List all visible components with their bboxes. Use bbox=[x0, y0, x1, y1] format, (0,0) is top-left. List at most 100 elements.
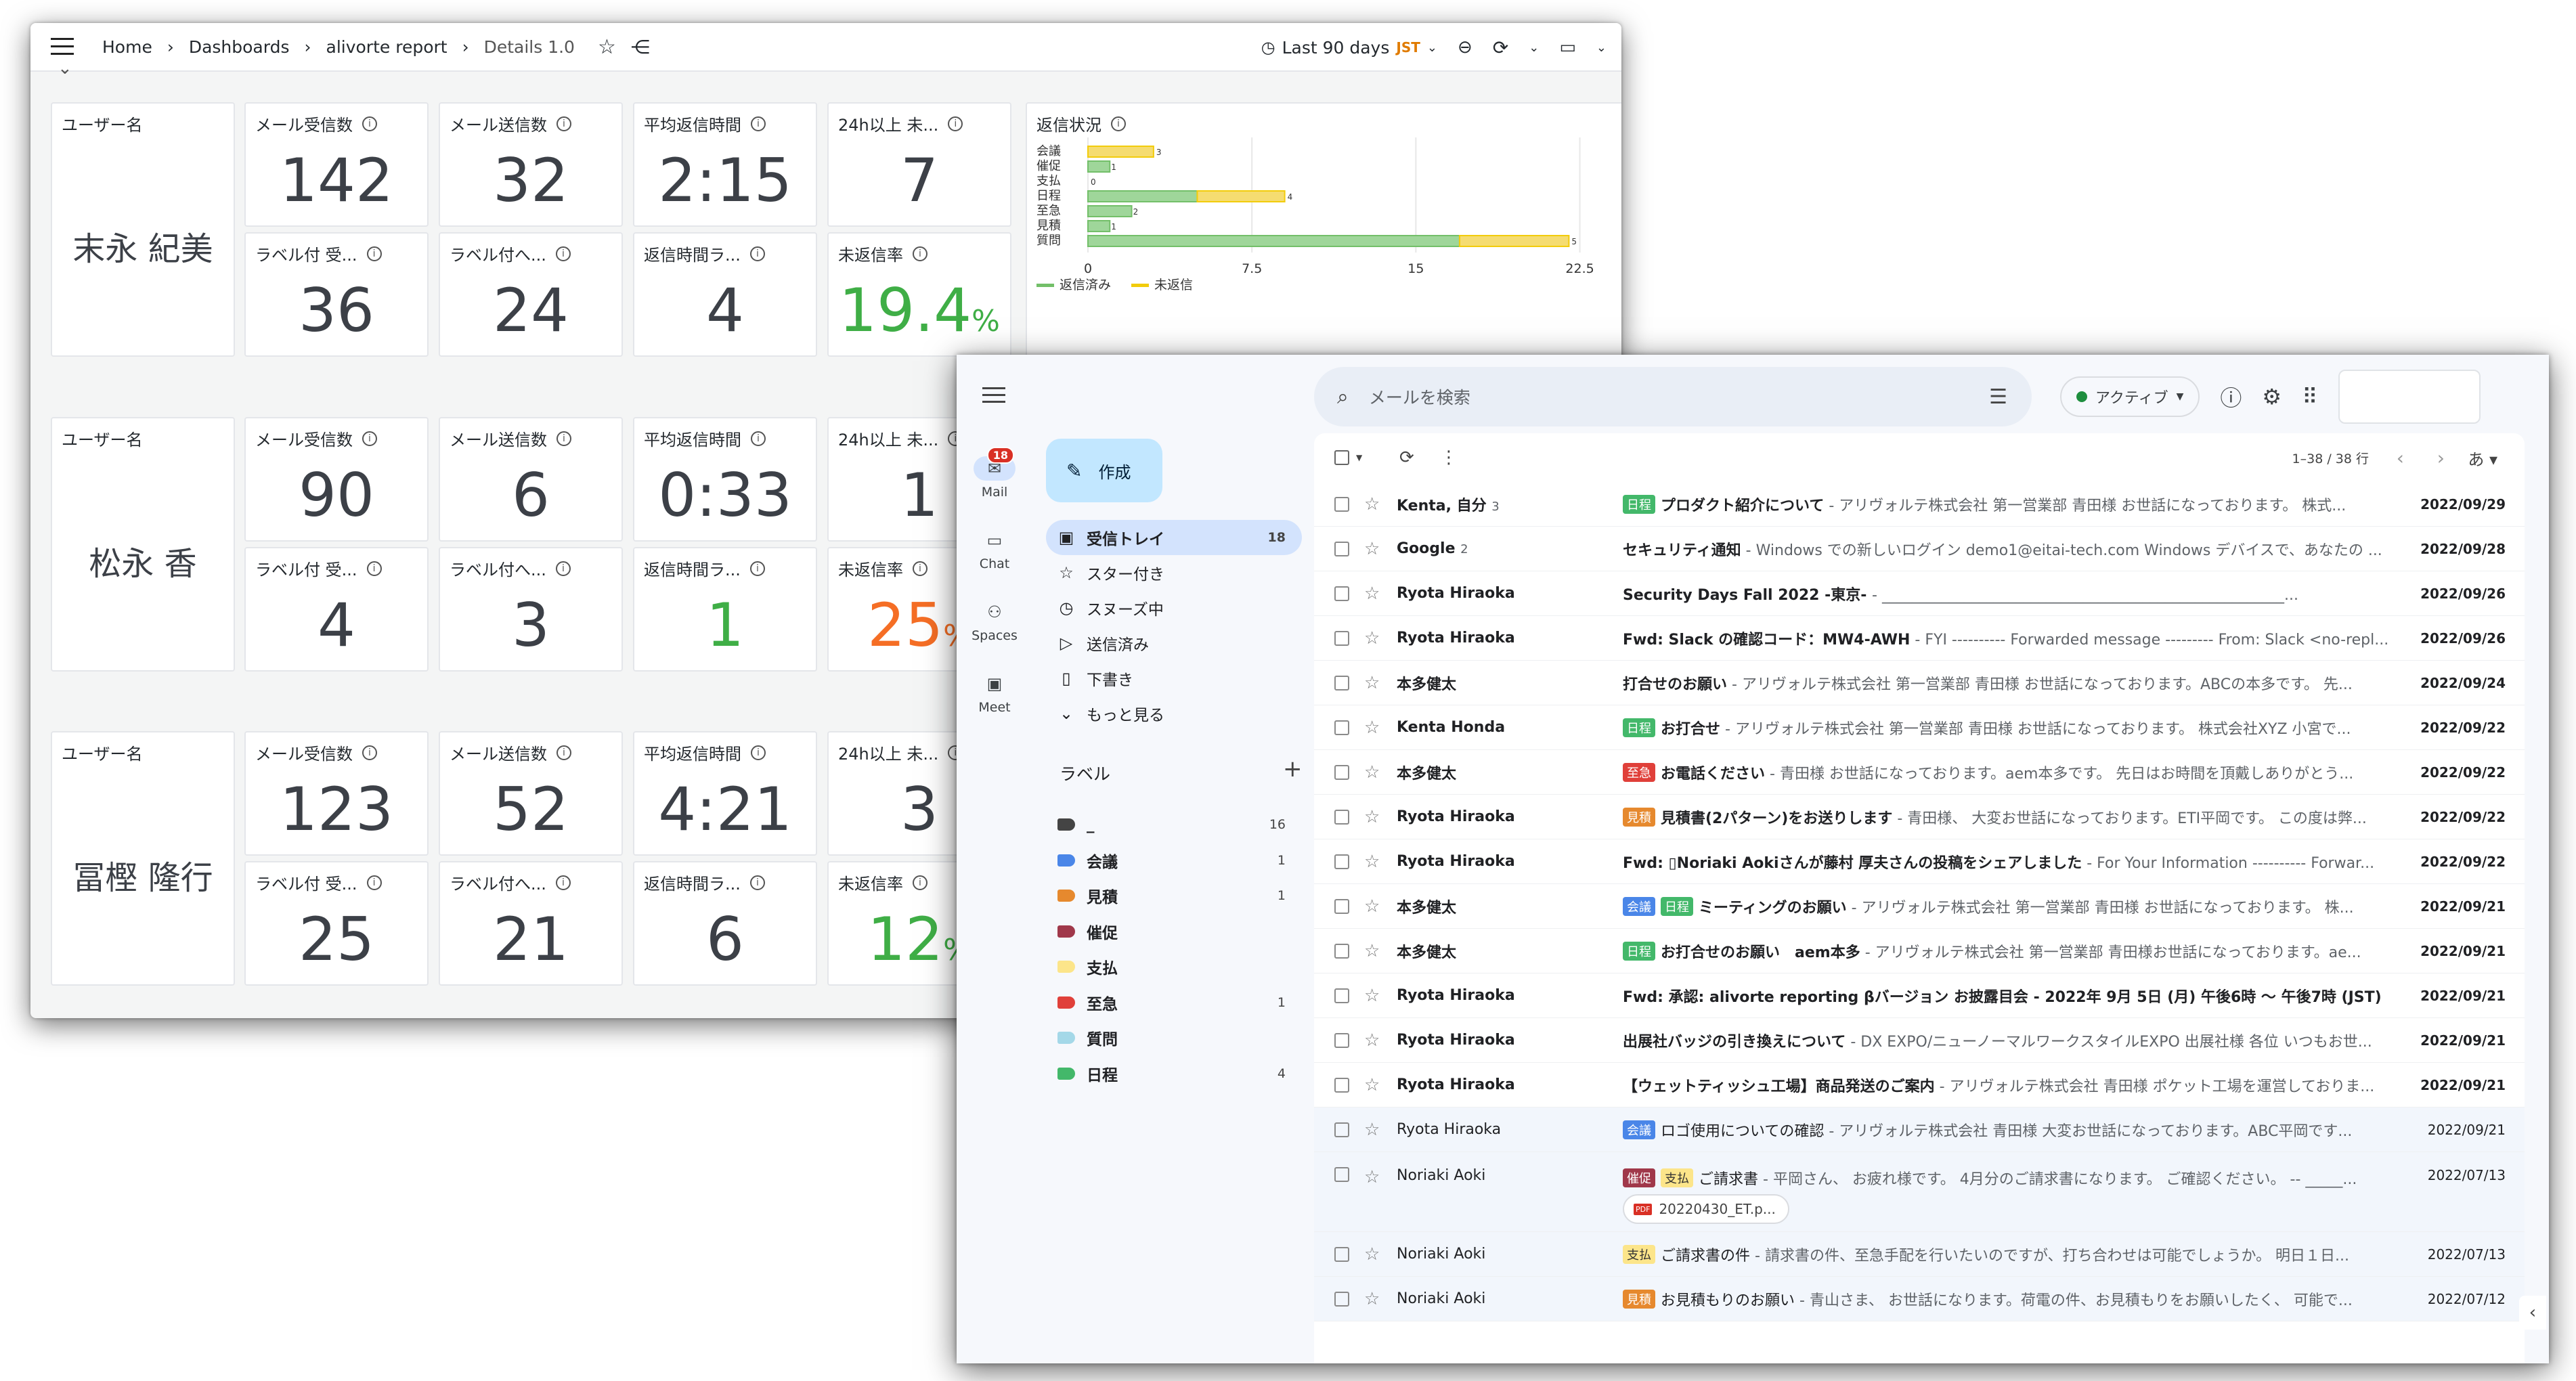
email-row[interactable]: ☆ 本多健太 日程 お打合せのお願い aem本多 - アリヴォルテ株式会社 第一営業… bbox=[1314, 929, 2525, 973]
email-checkbox[interactable] bbox=[1334, 586, 1349, 601]
email-label-chip[interactable]: 催促 bbox=[1623, 1168, 1655, 1187]
email-checkbox[interactable] bbox=[1334, 1077, 1349, 1093]
star-icon[interactable]: ☆ bbox=[1364, 762, 1380, 783]
email-row[interactable]: ☆ Kenta Honda 日程 お打合せ - アリヴォルテ株式会社 第一営業部 青… bbox=[1314, 705, 2525, 750]
email-label-chip[interactable]: 会議 bbox=[1623, 1120, 1655, 1139]
nav-drafts[interactable]: ▯ 下書き bbox=[1046, 661, 1302, 696]
email-checkbox[interactable] bbox=[1334, 854, 1349, 869]
info-icon[interactable]: i bbox=[366, 875, 382, 890]
star-icon[interactable]: ☆ bbox=[1364, 584, 1380, 604]
nav-snoozed[interactable]: ◷ スヌーズ中 bbox=[1046, 590, 1302, 626]
menu-icon[interactable] bbox=[982, 387, 1005, 403]
star-icon[interactable]: ☆ bbox=[1364, 1030, 1380, 1051]
label-item[interactable]: 支払 bbox=[1046, 949, 1302, 984]
nav-inbox[interactable]: ▣ 受信トレイ 18 bbox=[1046, 520, 1302, 555]
breadcrumb-dashboards[interactable]: Dashboards bbox=[189, 37, 290, 57]
email-row[interactable]: ☆ 本多健太 打合せのお願い - アリヴォルテ株式会社 第一営業部 青田様 お世話… bbox=[1314, 661, 2525, 705]
email-checkbox[interactable] bbox=[1334, 764, 1349, 780]
email-row[interactable]: ☆ Ryota Hiraoka 見積 見積書(2パターン)をお送りします - 青田様… bbox=[1314, 795, 2525, 839]
caret-down-icon[interactable]: ▼ bbox=[1356, 453, 1362, 462]
search-bar[interactable]: ⌕ メールを検索 ☰ bbox=[1314, 367, 2032, 426]
label-item[interactable]: 質問 bbox=[1046, 1020, 1302, 1055]
email-row[interactable]: ☆ Noriaki Aoki 見積 お見積もりのお願い - 青山さま、 お世話になり… bbox=[1314, 1277, 2525, 1321]
email-checkbox[interactable] bbox=[1334, 1122, 1349, 1137]
email-label-chip[interactable]: 支払 bbox=[1623, 1244, 1655, 1264]
label-item[interactable]: 至急 1 bbox=[1046, 985, 1302, 1020]
email-label-chip[interactable]: 日程 bbox=[1623, 718, 1655, 737]
breadcrumb-folder[interactable]: alivorte report bbox=[326, 37, 447, 57]
email-label-chip[interactable]: 会議 bbox=[1623, 896, 1655, 916]
email-checkbox[interactable] bbox=[1334, 809, 1349, 825]
star-icon[interactable]: ☆ bbox=[1364, 673, 1380, 693]
star-icon[interactable]: ☆ bbox=[1364, 986, 1380, 1006]
info-icon[interactable]: i bbox=[366, 246, 382, 261]
info-icon[interactable]: i bbox=[556, 745, 571, 760]
email-label-chip[interactable]: 日程 bbox=[1661, 896, 1693, 916]
email-checkbox[interactable] bbox=[1334, 943, 1349, 959]
info-icon[interactable]: i bbox=[751, 745, 766, 760]
next-page-icon[interactable]: › bbox=[2437, 447, 2445, 469]
info-icon[interactable]: i bbox=[751, 431, 766, 446]
email-row[interactable]: ☆ Ryota Hiraoka 出展社バッジの引き換えについて - DX EXPO… bbox=[1314, 1018, 2525, 1063]
label-item[interactable]: 会議 1 bbox=[1046, 843, 1302, 878]
email-checkbox[interactable] bbox=[1334, 1167, 1349, 1182]
star-icon[interactable]: ☆ bbox=[1364, 494, 1380, 514]
status-selector[interactable]: アクティブ ▼ bbox=[2060, 376, 2200, 417]
time-picker[interactable]: ◷ Last 90 days JST ⌄ bbox=[1261, 38, 1437, 58]
help-icon[interactable]: ⓘ bbox=[2220, 381, 2242, 412]
email-checkbox[interactable] bbox=[1334, 1246, 1349, 1262]
star-icon[interactable]: ☆ bbox=[1364, 1289, 1380, 1309]
account-box[interactable] bbox=[2338, 370, 2481, 424]
info-icon[interactable]: i bbox=[555, 875, 571, 890]
search-options-icon[interactable]: ☰ bbox=[1989, 385, 2007, 409]
email-row[interactable]: ☆ Ryota Hiraoka Fwd: ▯Noriaki Aokiさんが藤村 厚… bbox=[1314, 839, 2525, 884]
label-item[interactable]: 日程 4 bbox=[1046, 1056, 1302, 1091]
email-label-chip[interactable]: 支払 bbox=[1661, 1168, 1693, 1187]
attachment-chip[interactable]: PDF 20220430_ET.p... bbox=[1623, 1194, 1789, 1224]
refresh-icon[interactable]: ⟳ bbox=[1493, 37, 1508, 59]
star-icon[interactable]: ☆ bbox=[1364, 896, 1380, 917]
info-icon[interactable]: i bbox=[556, 431, 571, 446]
rail-mail[interactable]: ✉ 18 Mail bbox=[957, 447, 1032, 500]
info-icon[interactable]: i bbox=[749, 246, 765, 261]
info-icon[interactable]: i bbox=[948, 116, 963, 131]
rail-meet[interactable]: ▣ Meet bbox=[957, 672, 1032, 715]
menu-icon[interactable] bbox=[51, 38, 74, 56]
info-icon[interactable]: i bbox=[555, 561, 571, 576]
rail-spaces[interactable]: ⚇ Spaces bbox=[957, 600, 1032, 643]
label-item[interactable]: _ 16 bbox=[1046, 807, 1302, 842]
star-icon[interactable]: ☆ bbox=[598, 35, 616, 59]
email-checkbox[interactable] bbox=[1334, 988, 1349, 1003]
search-input[interactable]: メールを検索 bbox=[1369, 385, 1470, 409]
email-label-chip[interactable]: 見積 bbox=[1623, 807, 1655, 827]
star-icon[interactable]: ☆ bbox=[1364, 1120, 1380, 1140]
select-all-checkbox[interactable] bbox=[1334, 450, 1349, 465]
email-checkbox[interactable] bbox=[1334, 496, 1349, 512]
search-icon[interactable]: ⌕ bbox=[1337, 385, 1349, 409]
email-row[interactable]: ☆ Ryota Hiraoka 会議 ロゴ使用についての確認 - アリヴォルテ株式会… bbox=[1314, 1108, 2525, 1152]
row-collapse-chevron-icon[interactable]: ⌄ bbox=[58, 58, 72, 79]
email-checkbox[interactable] bbox=[1334, 630, 1349, 646]
info-icon[interactable]: i bbox=[556, 116, 571, 131]
email-checkbox[interactable] bbox=[1334, 720, 1349, 735]
star-icon[interactable]: ☆ bbox=[1364, 539, 1380, 559]
email-row[interactable]: ☆ Ryota Hiraoka Security Days Fall 2022 -… bbox=[1314, 571, 2525, 616]
nav-more[interactable]: ⌄ もっと見る bbox=[1046, 696, 1302, 731]
email-row[interactable]: ☆ Ryota Hiraoka 【ウェットティッシュ工場】商品発送のご案内 - ア… bbox=[1314, 1063, 2525, 1108]
apps-grid-icon[interactable]: ⠿ bbox=[2302, 384, 2317, 410]
info-icon[interactable]: i bbox=[555, 246, 571, 261]
email-checkbox[interactable] bbox=[1334, 1032, 1349, 1048]
info-icon[interactable]: i bbox=[749, 875, 765, 890]
email-checkbox[interactable] bbox=[1334, 675, 1349, 690]
chevron-down-icon[interactable]: ⌄ bbox=[1529, 41, 1539, 55]
compose-button[interactable]: ✎ 作成 bbox=[1046, 439, 1162, 502]
star-icon[interactable]: ☆ bbox=[1364, 807, 1380, 827]
email-label-chip[interactable]: 日程 bbox=[1623, 941, 1655, 961]
email-row[interactable]: ☆ Noriaki Aoki 支払 ご請求書の件 - 請求書の件、至急手配を行いたい… bbox=[1314, 1232, 2525, 1277]
info-icon[interactable]: i bbox=[913, 246, 927, 261]
email-checkbox[interactable] bbox=[1334, 898, 1349, 914]
email-label-chip[interactable]: 至急 bbox=[1623, 762, 1655, 782]
star-icon[interactable]: ☆ bbox=[1364, 941, 1380, 961]
info-icon[interactable]: i bbox=[913, 561, 927, 576]
email-row[interactable]: ☆ Google 2 セキュリティ通知 - Windows での新しいログイン de… bbox=[1314, 527, 2525, 571]
